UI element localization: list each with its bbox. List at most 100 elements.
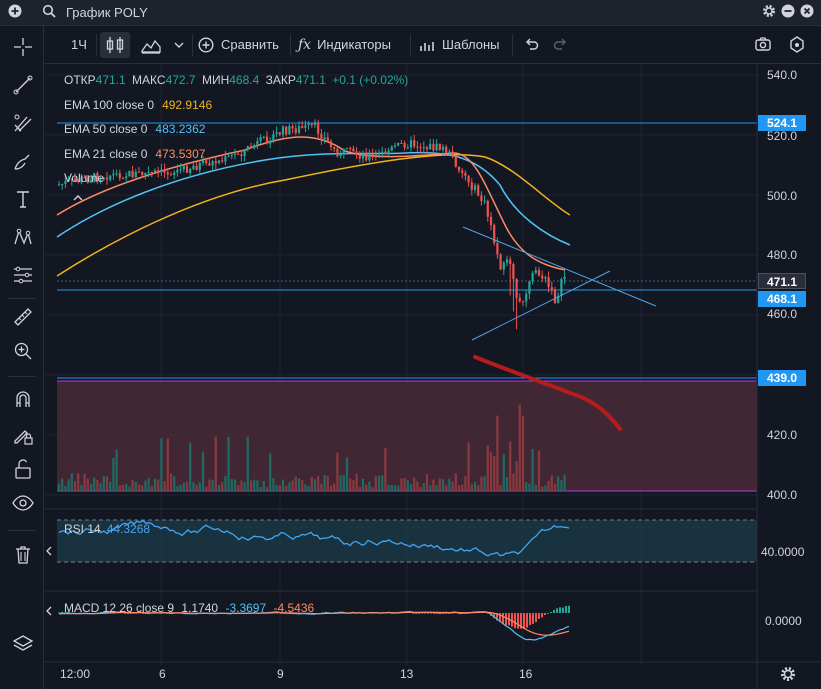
templates-button[interactable]: Шаблоны [418,32,500,58]
price-badge-468[interactable]: 468.1 [758,291,806,307]
volume-bar [307,486,310,491]
chart-area[interactable]: ОТКР471.1 МАКС472.7 МИН468.4 ЗАКР471.1 +… [45,65,821,689]
volume-bar [217,485,221,491]
ruler-icon[interactable] [10,304,36,330]
area-chart-type-icon[interactable] [139,32,165,58]
volume-bar [550,475,553,491]
volume-bar [115,449,118,491]
macd-axis-label: 0.0000 [765,614,802,628]
rsi-legend[interactable]: RSI 14 44.3268 [64,522,150,536]
minus-icon[interactable] [779,4,797,22]
candle-body [393,145,397,147]
text-icon[interactable] [10,186,36,212]
volume-bar [272,478,275,491]
candle-body [368,154,371,161]
macd-legend[interactable]: MACD 12 26 close 9 1.1740 -3.3697 -4.543… [64,601,314,615]
candle-body [457,166,461,171]
close-icon[interactable] [798,4,816,22]
volume-bar [502,454,505,491]
indicator-value: 473.5307 [155,147,206,161]
settings-gear-icon[interactable] [779,665,797,686]
collapse-pane-icon[interactable] [45,545,55,560]
brush-icon[interactable] [10,148,36,174]
volume-bar [285,485,288,491]
indicators-button[interactable]: ƒx Индикаторы [298,32,391,58]
volume-bar [557,476,560,491]
indicator-value: 492.9146 [162,98,213,112]
candle-body [451,151,454,157]
trash-icon[interactable] [10,542,36,568]
ema-50-legend[interactable]: EMA 50 close 0 483.2362 [64,122,205,136]
candle-body [531,272,534,282]
candle-body [115,173,118,175]
candle-body [192,165,195,170]
macd-line [58,610,570,641]
eye-icon[interactable] [10,490,36,516]
volume-bar [518,404,521,491]
pattern-icon[interactable] [10,224,36,250]
indicator-label: EMA 100 close 0 [64,98,155,112]
interval-button[interactable]: 1Ч [66,32,92,58]
pitchfork-icon[interactable] [10,110,36,136]
unlock-icon[interactable] [10,456,36,482]
ema-21-legend[interactable]: EMA 21 close 0 473.5307 [64,147,205,161]
volume-bar [294,476,297,491]
volume-bar [537,450,541,491]
gear-icon[interactable] [760,4,778,22]
volume-bar [445,485,448,491]
search-icon[interactable] [40,4,58,22]
macd-histogram-bar [529,613,531,626]
layers-icon[interactable] [10,632,36,658]
volume-bar [467,442,470,491]
candles-chart-type-icon[interactable] [100,32,130,58]
volume-legend[interactable]: Volume [64,171,104,185]
candle-body [157,170,160,172]
macd-histogram-bar [562,607,564,613]
macd-histogram-bar [550,612,552,613]
macd-histogram-bar [538,613,540,619]
volume-bar [201,451,205,491]
volume-bar [80,484,83,491]
macd-histogram-bar [517,613,519,629]
candle-body [182,165,185,170]
toolbar-divider [512,34,513,56]
chevron-down-icon[interactable] [172,32,188,58]
price-badge-524[interactable]: 524.1 [758,115,806,131]
rsi-band [57,520,757,562]
compare-button[interactable]: Сравнить [198,32,279,58]
undo-icon[interactable] [522,32,542,58]
volume-bar [329,485,333,491]
camera-icon[interactable] [754,32,774,58]
candle-body [134,171,137,178]
tool-divider [8,376,36,377]
candle-body [112,173,115,176]
candle-body [141,171,144,176]
volume-bar [198,482,201,491]
candle-body [185,165,189,173]
crosshair-icon[interactable] [10,34,36,60]
publish-icon[interactable] [788,32,808,58]
candle-body [534,269,537,273]
volume-bar [457,485,461,491]
forecast-icon[interactable] [10,262,36,288]
volume-bar [288,482,291,491]
redo-icon[interactable] [552,32,572,58]
candle-body [342,148,345,155]
add-icon[interactable] [6,4,24,22]
collapse-pane-icon[interactable] [45,605,55,620]
volume-bar [121,484,125,491]
lock-pencil-icon[interactable] [10,422,36,448]
volume-bar [521,415,525,491]
price-badge-439[interactable]: 439.0 [758,370,806,386]
triangle-pattern[interactable] [462,226,657,341]
ema-100-legend[interactable]: EMA 100 close 0 492.9146 [64,98,212,112]
collapse-legend-icon[interactable] [71,191,89,209]
volume-bar [435,485,438,491]
candle-body [166,172,169,175]
zoom-in-icon[interactable] [10,338,36,364]
magnet-icon[interactable] [10,386,36,412]
candle-body [176,169,179,173]
trend-line-icon[interactable] [10,72,36,98]
volume-bar [214,436,217,491]
volume-bar [352,480,355,491]
